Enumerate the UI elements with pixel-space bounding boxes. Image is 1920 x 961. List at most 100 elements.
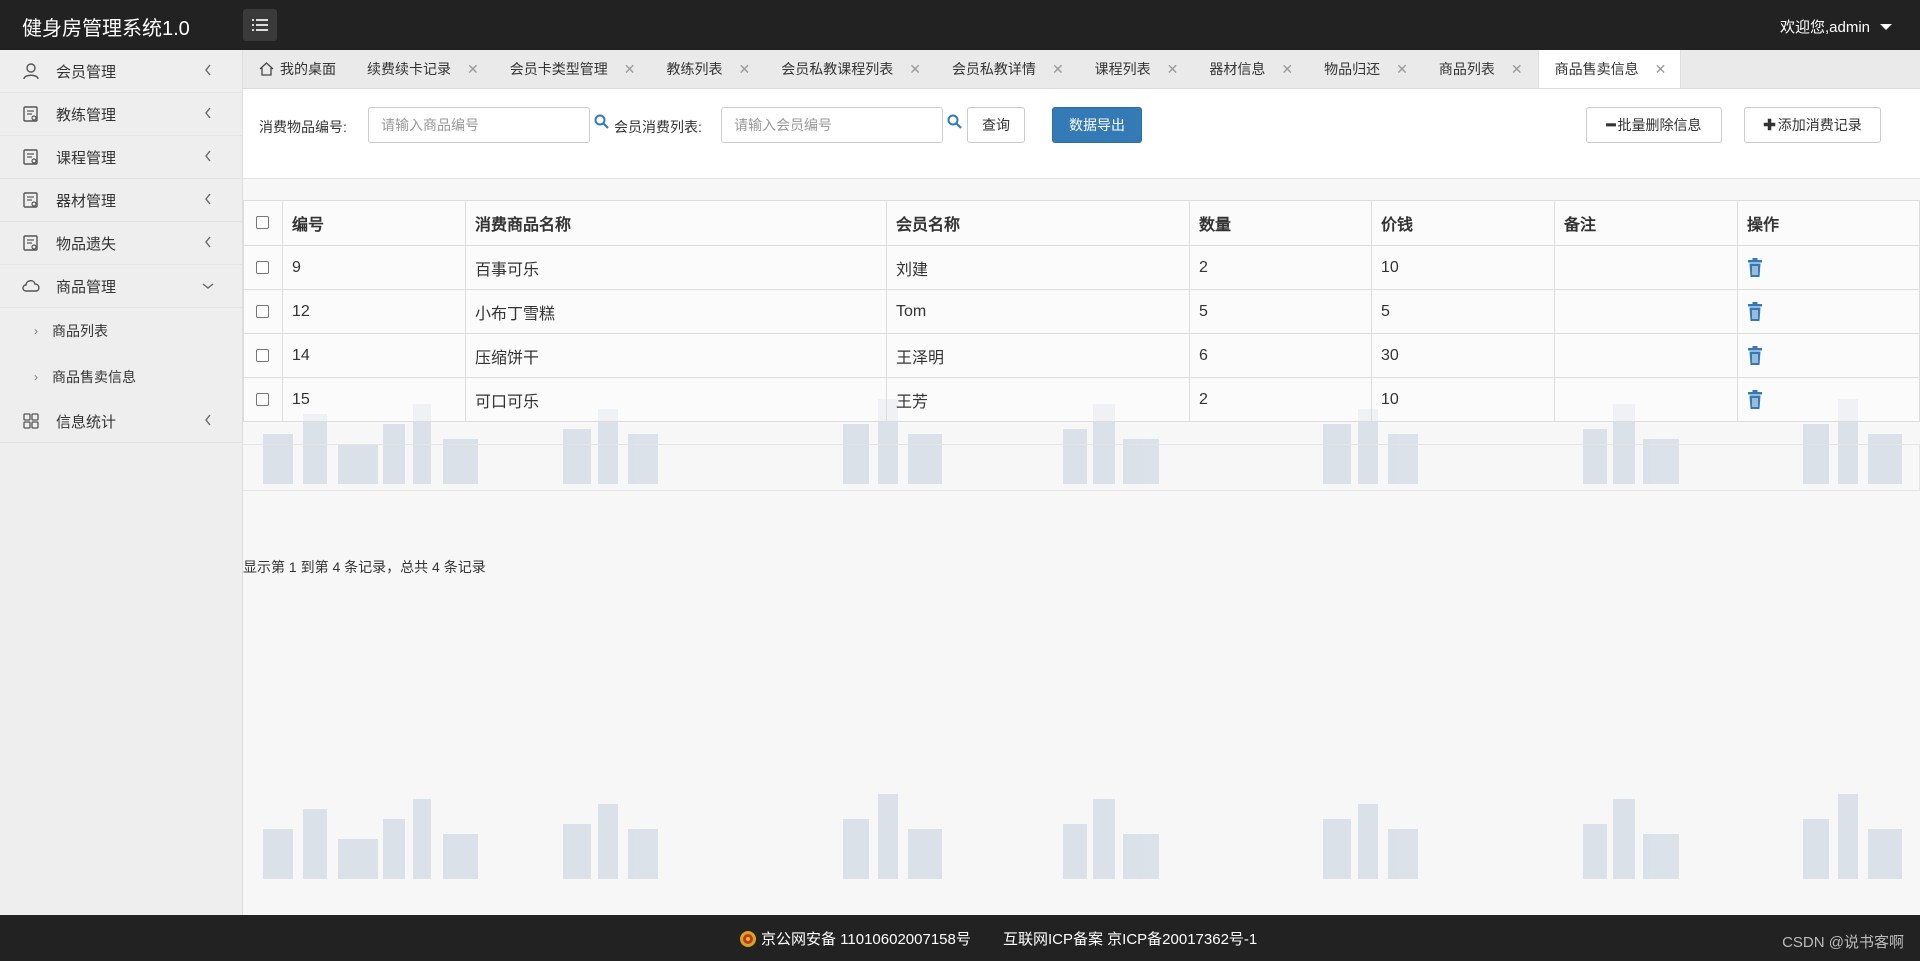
tab-product-sales[interactable]: 商品售卖信息 ✕ <box>1537 50 1682 88</box>
sidebar-item-statistics[interactable]: 信息统计 <box>0 400 242 443</box>
row-checkbox[interactable] <box>256 260 269 274</box>
chevron-down-icon <box>202 283 214 289</box>
cell-remark <box>1554 289 1738 334</box>
cell-member: 刘建 <box>886 245 1190 290</box>
column-header[interactable]: 会员名称 <box>886 200 1190 246</box>
sidebar-subitem-product-sales[interactable]: › 商品售卖信息 <box>0 354 242 400</box>
table-header-row: 编号 消费商品名称 会员名称 数量 价钱 备注 操作 <box>243 200 1920 246</box>
tab-coach-list[interactable]: 教练列表 ✕ <box>650 50 765 88</box>
cell-product: 压缩饼干 <box>465 333 887 378</box>
cell-member: Tom <box>886 289 1190 334</box>
cell-remark <box>1554 377 1738 422</box>
row-select-cell <box>243 377 283 422</box>
cell-actions <box>1737 289 1920 334</box>
chevron-left-icon <box>205 150 211 162</box>
close-icon[interactable]: ✕ <box>738 61 750 78</box>
batch-delete-label: 批量删除信息 <box>1617 117 1702 133</box>
police-record[interactable]: 京公网安备 11010602007158号 <box>739 928 971 949</box>
add-record-button[interactable]: ✚ 添加消费记录 <box>1744 107 1881 143</box>
cell-actions <box>1737 377 1920 422</box>
tab-label: 商品列表 <box>1438 61 1495 77</box>
row-checkbox[interactable] <box>256 304 269 318</box>
chevron-left-icon <box>205 414 211 426</box>
close-icon[interactable]: ✕ <box>1655 61 1667 78</box>
trash-icon[interactable] <box>1747 301 1763 322</box>
tab-renewal-records[interactable]: 续费续卡记录 ✕ <box>351 50 494 88</box>
row-select-cell <box>243 333 283 378</box>
member-id-input[interactable] <box>721 107 943 143</box>
tab-label: 续费续卡记录 <box>367 61 451 77</box>
sidebar-item-products[interactable]: 商品管理 <box>0 265 242 308</box>
sidebar-subitem-product-list[interactable]: › 商品列表 <box>0 308 242 354</box>
column-header[interactable]: 备注 <box>1554 200 1738 246</box>
tab-item-return[interactable]: 物品归还 ✕ <box>1308 50 1423 88</box>
sidebar-item-equipment[interactable]: 器材管理 <box>0 179 242 222</box>
trash-icon[interactable] <box>1747 389 1763 410</box>
tab-course-list[interactable]: 课程列表 ✕ <box>1079 50 1194 88</box>
chevron-left-icon <box>205 64 211 76</box>
document-icon <box>20 232 42 254</box>
document-icon <box>20 146 42 168</box>
close-icon[interactable]: ✕ <box>909 61 921 78</box>
cell-remark <box>1554 333 1738 378</box>
column-header[interactable]: 数量 <box>1189 200 1372 246</box>
search-toolbar: 消费物品编号: 会员消费列表: 查询 数据导出 ━ 批量删除信息 ✚ 添加消费记… <box>243 89 1920 179</box>
trash-icon[interactable] <box>1747 345 1763 366</box>
sidebar-subitem-label: 商品列表 <box>52 323 108 339</box>
sidebar-item-label: 器材管理 <box>56 192 117 210</box>
search-icon[interactable] <box>947 114 962 129</box>
tab-private-details[interactable]: 会员私教详情 ✕ <box>936 50 1079 88</box>
table-row: 12 小布丁雪糕 Tom 5 5 <box>243 289 1920 334</box>
cell-id: 12 <box>282 289 466 334</box>
column-header[interactable]: 编号 <box>282 200 466 246</box>
close-icon[interactable]: ✕ <box>1511 61 1523 78</box>
cell-id: 15 <box>282 377 466 422</box>
row-select-cell <box>243 245 283 290</box>
column-header[interactable]: 价钱 <box>1371 200 1555 246</box>
sidebar-item-label: 教练管理 <box>56 106 117 124</box>
user-menu[interactable]: 欢迎您,admin <box>1780 16 1892 37</box>
query-button[interactable]: 查询 <box>967 107 1025 143</box>
product-id-input[interactable] <box>368 107 590 143</box>
cell-actions <box>1737 245 1920 290</box>
search-icon[interactable] <box>594 114 609 129</box>
close-icon[interactable]: ✕ <box>1281 61 1293 78</box>
tab-equipment-info[interactable]: 器材信息 ✕ <box>1193 50 1308 88</box>
close-icon[interactable]: ✕ <box>624 61 636 78</box>
tab-private-courses[interactable]: 会员私教课程列表 ✕ <box>765 50 936 88</box>
icp-record[interactable]: 互联网ICP备案 京ICP备20017362号-1 <box>1003 928 1257 949</box>
column-header[interactable]: 消费商品名称 <box>465 200 887 246</box>
main-content: 消费物品编号: 会员消费列表: 查询 数据导出 ━ 批量删除信息 ✚ 添加消费记… <box>243 89 1920 915</box>
chevron-left-icon <box>205 193 211 205</box>
tab-card-types[interactable]: 会员卡类型管理 ✕ <box>494 50 651 88</box>
product-id-label: 消费物品编号: <box>259 119 347 135</box>
menu-toggle-button[interactable] <box>243 9 277 41</box>
trash-icon[interactable] <box>1747 257 1763 278</box>
sidebar-item-courses[interactable]: 课程管理 <box>0 136 242 179</box>
sidebar-item-members[interactable]: 会员管理 <box>0 50 242 93</box>
cell-price: 10 <box>1371 377 1555 422</box>
tab-label: 物品归还 <box>1324 61 1381 77</box>
plus-icon: ✚ <box>1763 117 1776 134</box>
tab-label: 课程列表 <box>1094 61 1151 77</box>
close-icon[interactable]: ✕ <box>1167 61 1179 78</box>
close-icon[interactable]: ✕ <box>1052 61 1064 78</box>
row-checkbox[interactable] <box>256 392 269 406</box>
sidebar-item-label: 商品管理 <box>56 278 117 296</box>
close-icon[interactable]: ✕ <box>467 61 479 78</box>
tab-product-list[interactable]: 商品列表 ✕ <box>1423 50 1538 88</box>
batch-delete-button[interactable]: ━ 批量删除信息 <box>1586 107 1722 143</box>
police-badge-icon <box>740 930 756 947</box>
export-button[interactable]: 数据导出 <box>1052 107 1142 143</box>
sidebar-item-lost-items[interactable]: 物品遗失 <box>0 222 242 265</box>
cell-id: 14 <box>282 333 466 378</box>
tab-desktop[interactable]: 我的桌面 <box>243 50 351 88</box>
close-icon[interactable]: ✕ <box>1396 61 1408 78</box>
cell-product: 百事可乐 <box>465 245 887 290</box>
sidebar-item-coaches[interactable]: 教练管理 <box>0 93 242 136</box>
row-checkbox[interactable] <box>256 348 269 362</box>
sidebar-subitem-label: 商品售卖信息 <box>52 369 136 385</box>
select-all-checkbox[interactable] <box>256 216 269 230</box>
cell-product: 小布丁雪糕 <box>465 289 887 334</box>
cell-quantity: 6 <box>1189 333 1372 378</box>
